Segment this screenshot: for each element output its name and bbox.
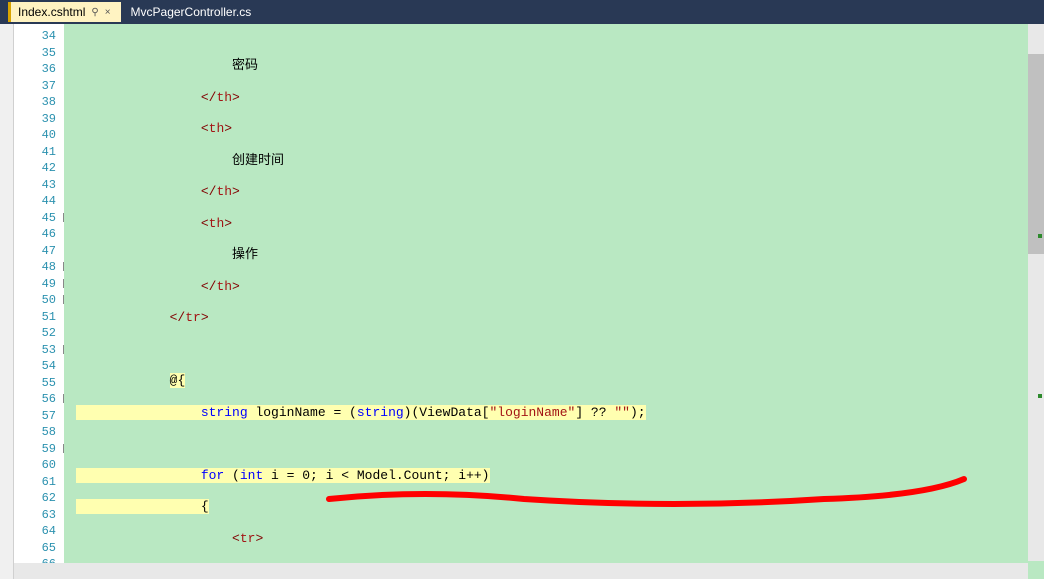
line-number: 59− xyxy=(14,441,64,458)
line-number: 62 xyxy=(14,490,64,507)
code-area[interactable]: 密码 </th> <th> 创建时间 </th> <th> 操作 </th> <… xyxy=(64,24,1044,579)
line-number: 51 xyxy=(14,309,64,326)
line-number: 52 xyxy=(14,325,64,342)
line-number: 38 xyxy=(14,94,64,111)
line-number: 42 xyxy=(14,160,64,177)
pin-icon[interactable]: ⚲ xyxy=(91,7,98,18)
line-number: 60 xyxy=(14,457,64,474)
editor: 343536373839404142434445−464748−49−50−51… xyxy=(0,24,1044,579)
line-number: 37 xyxy=(14,78,64,95)
tab-label: Index.cshtml xyxy=(18,5,85,19)
line-number: 49− xyxy=(14,276,64,293)
text: 密码 xyxy=(232,58,258,73)
change-tick xyxy=(1038,234,1042,238)
line-number: 57 xyxy=(14,408,64,425)
line-number: 54 xyxy=(14,358,64,375)
scrollbar-thumb[interactable] xyxy=(1028,54,1044,254)
line-number: 41 xyxy=(14,144,64,161)
line-number: 46 xyxy=(14,226,64,243)
collapse-margin xyxy=(0,24,14,579)
line-number: 35 xyxy=(14,45,64,62)
tab-controller[interactable]: MvcPagerController.cs xyxy=(121,2,262,22)
tab-index[interactable]: Index.cshtml ⚲ × xyxy=(8,2,121,22)
line-number: 63 xyxy=(14,507,64,524)
line-number: 39 xyxy=(14,111,64,128)
tab-bar: Index.cshtml ⚲ × MvcPagerController.cs xyxy=(0,0,1044,24)
line-number: 47 xyxy=(14,243,64,260)
tab-label: MvcPagerController.cs xyxy=(131,5,252,19)
line-number: 44 xyxy=(14,193,64,210)
line-number: 36 xyxy=(14,61,64,78)
line-gutter: 343536373839404142434445−464748−49−50−51… xyxy=(14,24,64,579)
change-tick xyxy=(1038,394,1042,398)
close-icon[interactable]: × xyxy=(105,7,111,18)
line-number: 40 xyxy=(14,127,64,144)
line-number: 48− xyxy=(14,259,64,276)
line-number: 53− xyxy=(14,342,64,359)
scrollbar-horizontal[interactable] xyxy=(14,563,1028,579)
line-number: 61 xyxy=(14,474,64,491)
line-number: 55 xyxy=(14,375,64,392)
scrollbar-vertical[interactable] xyxy=(1028,24,1044,561)
line-number: 43 xyxy=(14,177,64,194)
line-number: 34 xyxy=(14,28,64,45)
line-number: 64 xyxy=(14,523,64,540)
line-number: 45− xyxy=(14,210,64,227)
line-number: 65 xyxy=(14,540,64,557)
line-number: 50− xyxy=(14,292,64,309)
line-number: 58 xyxy=(14,424,64,441)
line-number: 56− xyxy=(14,391,64,408)
